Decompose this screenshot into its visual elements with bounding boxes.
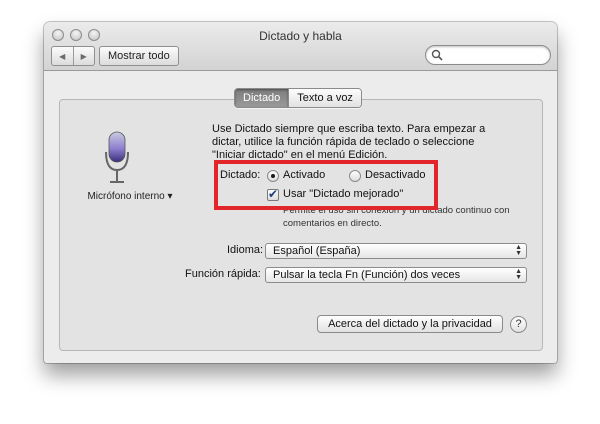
language-select[interactable]: Español (España) ▲ ▼ [265,243,527,259]
microphone-selector[interactable]: Micrófono interno ▾ [72,191,188,202]
select-arrows-icon: ▲ ▼ [515,244,522,257]
enhanced-note-line2: comentarios en directo. [283,218,382,229]
shortcut-select[interactable]: Pulsar la tecla Fn (Función) dos veces ▲… [265,267,527,283]
titlebar: Dictado y habla ◀ ▶ Mostrar todo [44,22,557,71]
shortcut-value: Pulsar la tecla Fn (Función) dos veces [273,269,461,281]
about-dictation-button[interactable]: Acerca del dictado y la privacidad [317,315,503,333]
highlight-annotation-box [214,160,438,210]
back-icon[interactable]: ◀ [52,47,73,65]
select-arrows-icon: ▲ ▼ [515,268,522,281]
language-value: Español (España) [273,245,361,257]
nav-buttons: ◀ ▶ [51,46,95,66]
window-title: Dictado y habla [259,29,342,43]
forward-icon[interactable]: ▶ [72,47,95,65]
tab-texto-a-voz[interactable]: Texto a voz [288,89,361,107]
tab-bar: Dictado Texto a voz [234,88,362,108]
tab-dictado[interactable]: Dictado [235,89,289,107]
shortcut-label: Función rápida: [185,268,261,280]
search-input[interactable] [425,45,551,65]
search-icon [431,49,443,61]
show-all-button[interactable]: Mostrar todo [99,46,179,66]
help-button[interactable]: ? [510,316,527,333]
microphone-icon [105,131,129,183]
language-label: Idioma: [227,244,264,256]
dictation-description: Use Dictado siempre que escriba texto. P… [212,123,486,161]
